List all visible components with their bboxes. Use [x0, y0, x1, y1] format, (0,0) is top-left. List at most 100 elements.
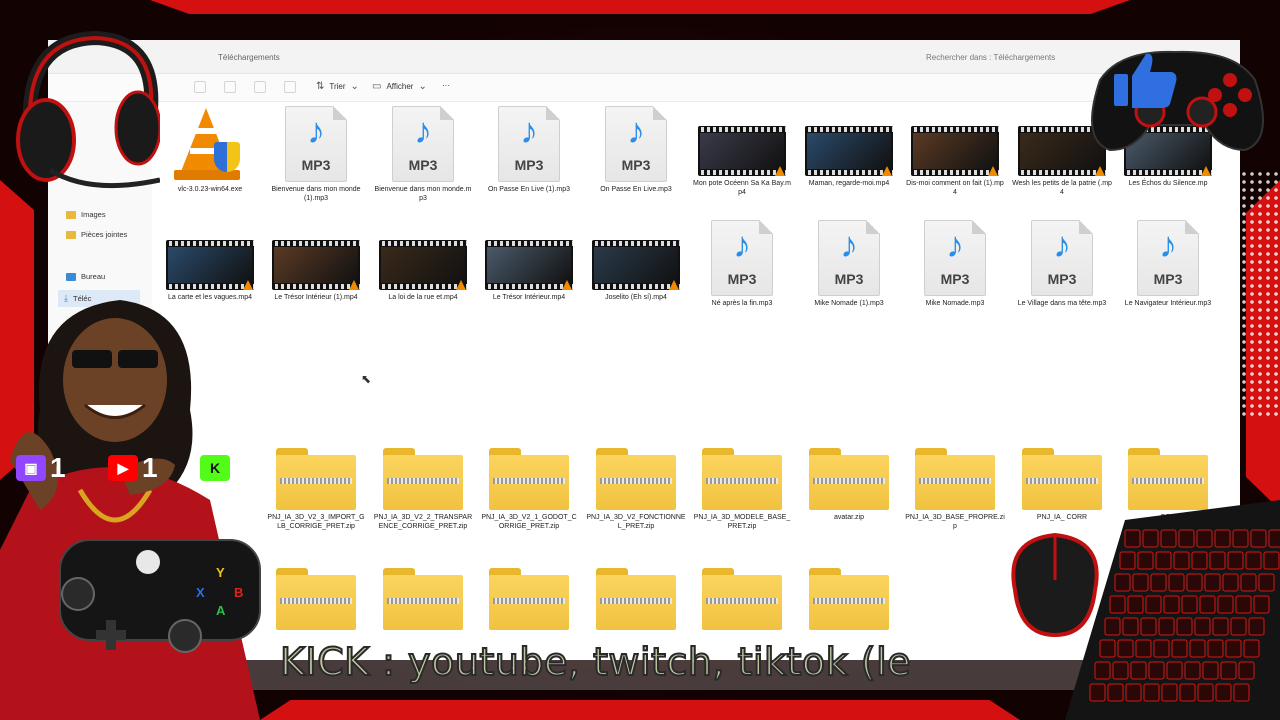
- keyboard-key: [1114, 573, 1131, 592]
- zip-file-tile[interactable]: PNJ_IA_3D_V2_2_TRANSPARENCE_CORRIGE_PRET…: [373, 448, 473, 531]
- keyboard-key: [1189, 639, 1206, 658]
- zip-file-tile[interactable]: [799, 568, 899, 630]
- zip-folder-icon: [489, 568, 569, 630]
- delete-icon[interactable]: [284, 81, 296, 93]
- folder-icon: [66, 210, 76, 219]
- keyboard-key: [1268, 529, 1280, 548]
- mp4-file-tile[interactable]: Joselito (Eh sí).mp4: [586, 220, 686, 302]
- mp3-file-tile[interactable]: ♪ MP3 Né après la fin.mp3: [692, 220, 792, 308]
- file-name: Wesh les petits de la patrie (.mp4: [1012, 180, 1112, 196]
- zip-file-tile[interactable]: PNJ_IA_3D_V2_1_GODOT_CORRIGE_PRET.zip: [479, 448, 579, 531]
- mp3-file-tile[interactable]: ♪ MP3 Le Navigateur Intérieur.mp3: [1118, 220, 1218, 308]
- video-thumbnail: [379, 240, 467, 290]
- mp4-file-tile[interactable]: Dis-moi comment on fait (1).mp4: [905, 106, 1005, 197]
- mouse-cursor-icon: ⬉: [361, 372, 372, 386]
- keyboard-key: [1258, 573, 1275, 592]
- keyboard-key: [1119, 551, 1136, 570]
- video-thumbnail: [272, 240, 360, 290]
- zip-folder-icon: [915, 448, 995, 510]
- keyboard-key: [1225, 639, 1242, 658]
- youtube-follower-stat: ▶ 1: [108, 452, 158, 484]
- view-button[interactable]: ▭ Afficher ⌄: [372, 81, 427, 92]
- more-button[interactable]: ···: [442, 81, 450, 90]
- video-thumbnail: [911, 126, 999, 176]
- keyboard-key: [1197, 683, 1214, 702]
- paste-icon[interactable]: [254, 81, 266, 93]
- mp3-file-tile[interactable]: ♪ MP3 On Passe En Live.mp3: [586, 106, 686, 194]
- zip-folder-icon: [383, 448, 463, 510]
- keyboard-key: [1212, 617, 1229, 636]
- keyboard-key: [1155, 551, 1172, 570]
- zip-folder-icon: [809, 448, 889, 510]
- zip-file-tile[interactable]: [373, 568, 473, 630]
- keyboard-key: [1227, 551, 1244, 570]
- zip-file-tile[interactable]: PNJ_IA_3D_MODELE_BASE_PRET.zip: [692, 448, 792, 531]
- mp3-file-tile[interactable]: ♪ MP3 Le Village dans ma tête.mp3: [1012, 220, 1112, 308]
- keyboard-key: [1107, 683, 1124, 702]
- keyboard-key: [1204, 573, 1221, 592]
- zip-file-tile[interactable]: [479, 568, 579, 630]
- video-thumbnail: [166, 240, 254, 290]
- zip-file-tile[interactable]: PNJ_IA_3D_BASE_PROPRE.zip: [905, 448, 1005, 531]
- mp3-file-tile[interactable]: ♪ MP3 Bienvenue dans mon monde (1).mp3: [266, 106, 366, 203]
- youtube-icon: ▶: [108, 455, 138, 481]
- zip-folder-icon: [702, 568, 782, 630]
- mp4-file-tile[interactable]: Le Trésor Intérieur.mp4: [479, 220, 579, 302]
- nav-item-desktop[interactable]: Bureau: [66, 272, 105, 281]
- keyboard-key: [1158, 617, 1175, 636]
- keyboard-key: [1142, 529, 1159, 548]
- keyboard-key: [1130, 661, 1147, 680]
- sort-button[interactable]: ⇅ Trier ⌄: [316, 81, 359, 92]
- view-label: Afficher: [386, 82, 414, 91]
- keyboard-key: [1094, 661, 1111, 680]
- youtube-count: 1: [142, 452, 158, 483]
- nav-item-images[interactable]: Images: [66, 210, 106, 219]
- x-button-icon: X: [196, 585, 205, 600]
- file-name: vlc-3.0.23-win64.exe: [177, 186, 243, 193]
- zip-file-tile[interactable]: [586, 568, 686, 630]
- a-button-icon: A: [216, 603, 226, 618]
- keyboard-key: [1109, 595, 1126, 614]
- video-thumbnail: [698, 126, 786, 176]
- zip-file-tile[interactable]: [692, 568, 792, 630]
- mp3-file-icon: ♪ MP3: [711, 220, 773, 296]
- view-icon: ▭: [372, 81, 382, 92]
- b-button-icon: B: [234, 585, 244, 600]
- mp3-file-tile[interactable]: ♪ MP3 Bienvenue dans mon monde.mp3: [373, 106, 473, 203]
- keyboard-key: [1145, 595, 1162, 614]
- uac-shield-icon: [214, 142, 240, 172]
- keyboard-key: [1253, 595, 1270, 614]
- video-thumbnail: [805, 126, 893, 176]
- mp4-file-tile[interactable]: La loi de la rue et.mp4: [373, 220, 473, 302]
- chevron-down-icon: ⌄: [350, 81, 359, 92]
- vlc-file-tile[interactable]: vlc-3.0.23-win64.exe: [160, 106, 260, 194]
- keyboard-key: [1161, 683, 1178, 702]
- cut-icon[interactable]: [194, 81, 206, 93]
- breadcrumb[interactable]: Téléchargements: [198, 49, 898, 67]
- file-name: PNJ_IA_3D_MODELE_BASE_PRET.zip: [693, 514, 791, 530]
- search-input[interactable]: Rechercher dans : Téléchargements: [926, 49, 1086, 67]
- vlc-badge-icon: [1095, 166, 1105, 176]
- mp4-file-tile[interactable]: Maman, regarde-moi.mp4: [799, 106, 899, 188]
- mp3-file-tile[interactable]: ♪ MP3 Mike Nomade (1).mp3: [799, 220, 899, 308]
- mp3-file-tile[interactable]: ♪ MP3 Mike Nomade.mp3: [905, 220, 1005, 308]
- nav-item-attachments[interactable]: Pièces jointes: [66, 230, 127, 239]
- mp3-file-icon: ♪ MP3: [392, 106, 454, 182]
- mp3-file-tile[interactable]: ♪ MP3 On Passe En Live (1).mp3: [479, 106, 579, 194]
- file-name: Né après la fin.mp3: [711, 300, 773, 307]
- vlc-badge-icon: [243, 280, 253, 290]
- copy-icon[interactable]: [224, 81, 236, 93]
- mp4-file-tile[interactable]: Mon pote Océenn Sa Ka Bay.mp4: [692, 106, 792, 197]
- keyboard-key: [1143, 683, 1160, 702]
- keyboard-key: [1245, 551, 1262, 570]
- keyboard-icon: [1065, 500, 1280, 720]
- keyboard-key: [1207, 639, 1224, 658]
- file-name: Le Trésor Intérieur.mp4: [492, 294, 566, 301]
- command-bar: ⇅ Trier ⌄ ▭ Afficher ⌄ ···: [48, 74, 1240, 102]
- keyboard-key: [1202, 661, 1219, 680]
- keyboard-key: [1181, 595, 1198, 614]
- zip-file-tile[interactable]: avatar.zip: [799, 448, 899, 522]
- mp3-file-icon: ♪ MP3: [818, 220, 880, 296]
- zip-file-tile[interactable]: PNJ_IA_3D_V2_FONCTIONNEL_PRET.zip: [586, 448, 686, 531]
- keyboard-key: [1217, 595, 1234, 614]
